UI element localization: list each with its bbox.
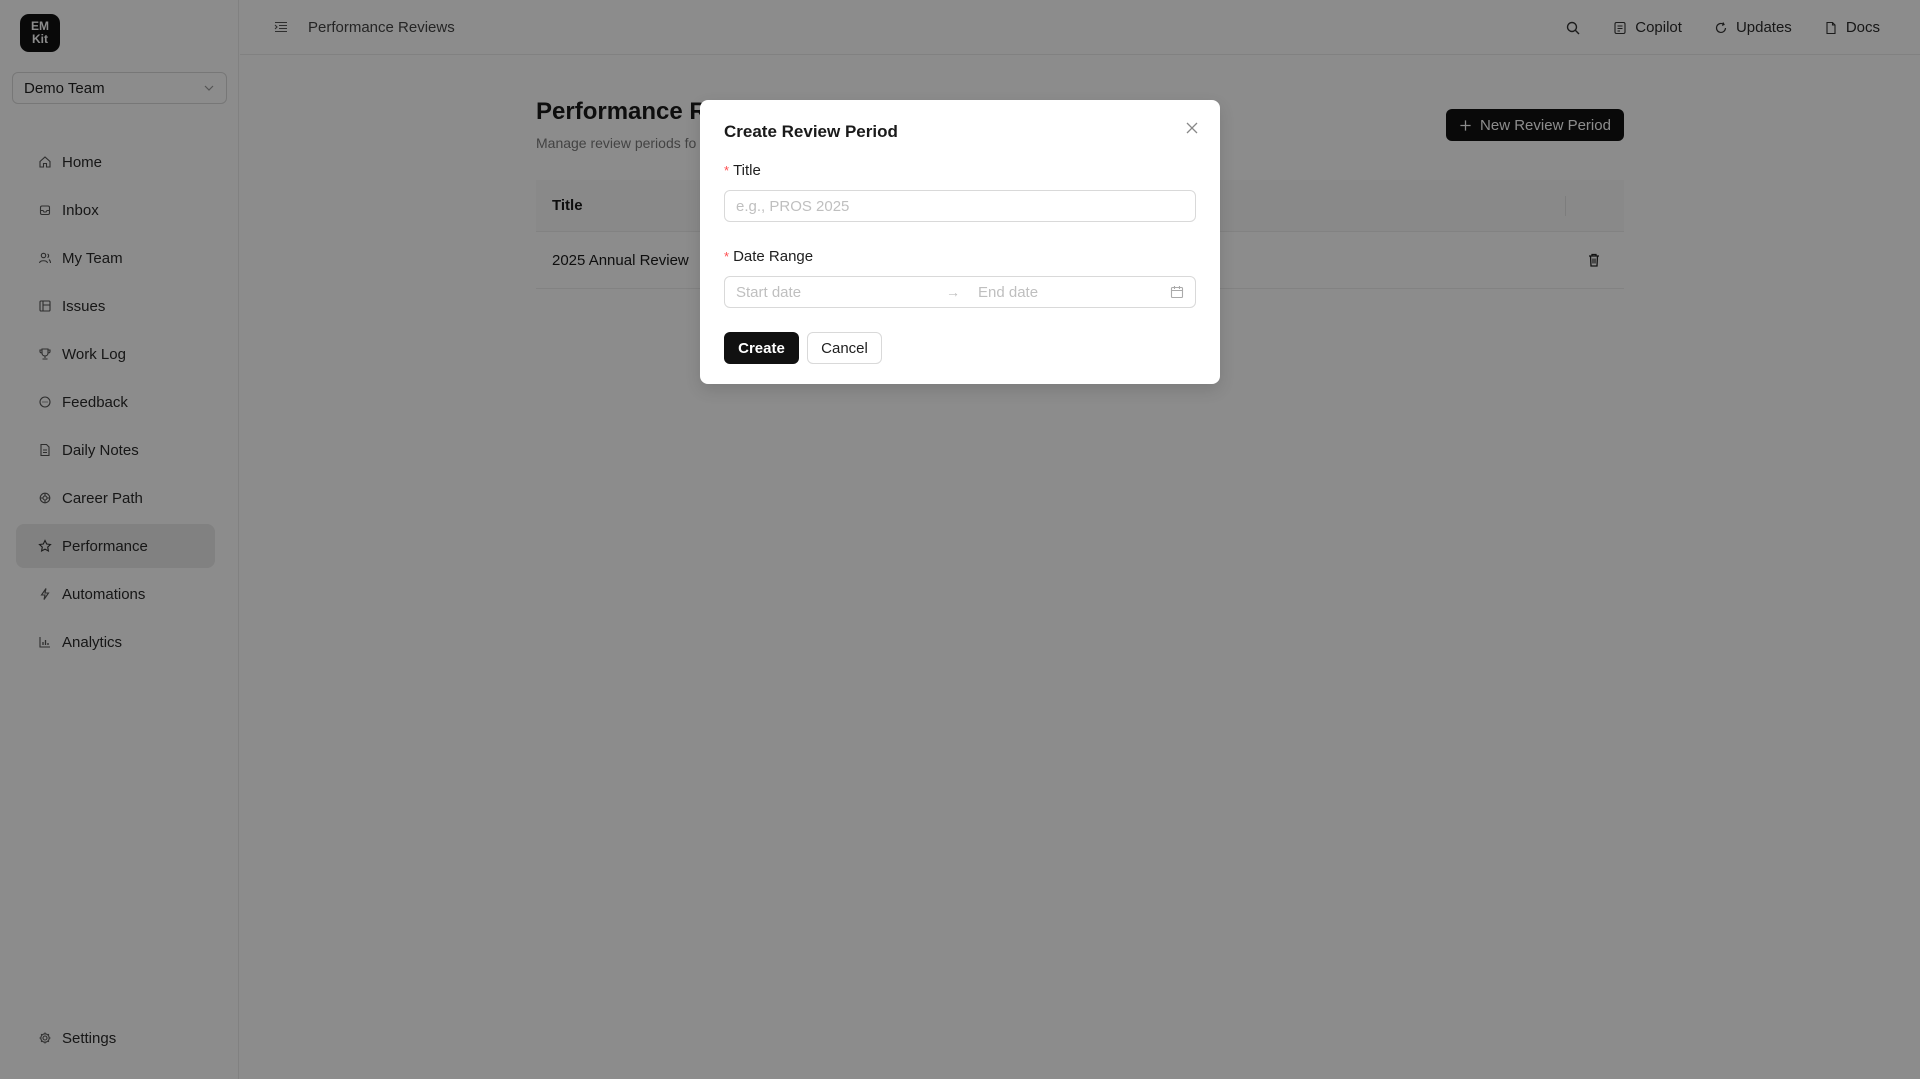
dialog-title: Create Review Period [724,122,898,141]
end-date-input[interactable]: End date [978,284,1170,301]
create-button[interactable]: Create [724,332,799,364]
cancel-button[interactable]: Cancel [807,332,882,364]
title-label-text: Title [733,162,761,179]
range-arrow: → [946,284,960,300]
title-input[interactable]: e.g., PROS 2025 [724,190,1196,222]
start-date-input[interactable]: Start date [736,284,946,301]
title-field-label: * Title [724,162,761,179]
date-range-field-label: * Date Range [724,248,813,265]
create-review-period-dialog: Create Review Period * Title e.g., PROS 2… [700,100,1220,384]
close-icon[interactable] [1184,120,1200,136]
calendar-icon[interactable] [1170,285,1184,299]
date-range-label-text: Date Range [733,248,814,265]
date-range-picker[interactable]: Start date → End date [724,276,1196,308]
title-input-placeholder: e.g., PROS 2025 [736,197,850,215]
required-mark: * [724,249,730,264]
required-mark: * [724,163,730,178]
